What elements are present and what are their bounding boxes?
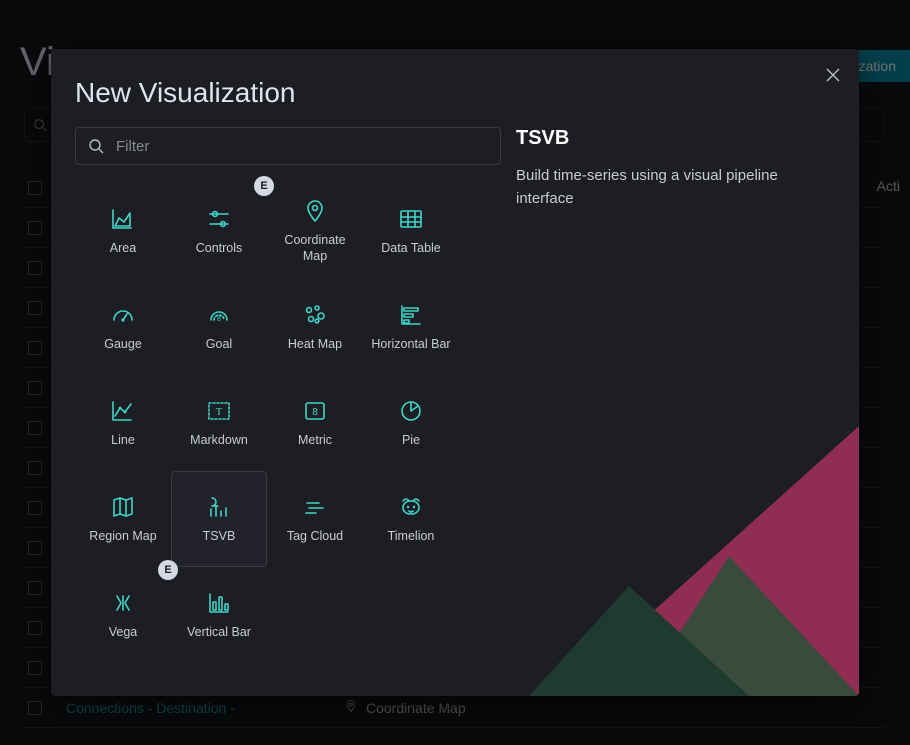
vis-type-controls[interactable]: ControlsE [171, 183, 267, 279]
vis-type-region-map[interactable]: Region Map [75, 471, 171, 567]
tsvb-icon [205, 493, 233, 521]
vis-type-area[interactable]: Area [75, 183, 171, 279]
heatmap-icon [301, 301, 329, 329]
close-icon [826, 68, 840, 82]
vis-type-tag-cloud[interactable]: Tag Cloud [267, 471, 363, 567]
vis-type-horizontal-bar[interactable]: Horizontal Bar [363, 279, 459, 375]
vis-type-label: Area [106, 241, 140, 257]
line-icon [109, 397, 137, 425]
metric-icon: 8 [301, 397, 329, 425]
table-icon [397, 205, 425, 233]
vis-type-label: Data Table [377, 241, 445, 257]
vis-type-timelion[interactable]: Timelion [363, 471, 459, 567]
region-icon [109, 493, 137, 521]
filter-box[interactable] [75, 127, 501, 165]
vis-type-label: Timelion [384, 529, 439, 545]
vis-type-heat-map[interactable]: Heat Map [267, 279, 363, 375]
vis-type-tsvb[interactable]: TSVB [171, 471, 267, 567]
vis-type-goal[interactable]: 8 Goal [171, 279, 267, 375]
vis-type-coordinate-map[interactable]: Coordinate Map [267, 183, 363, 279]
vis-type-data-table[interactable]: Data Table [363, 183, 459, 279]
filter-input[interactable] [114, 137, 488, 156]
visualization-type-grid: Area ControlsECoordinate Map Data Table Gau… [75, 183, 501, 663]
vis-type-label: Metric [294, 433, 336, 449]
vis-type-label: Horizontal Bar [367, 337, 454, 353]
vis-type-label: Tag Cloud [283, 529, 347, 545]
vis-type-label: Line [107, 433, 139, 449]
svg-text:T: T [216, 406, 223, 418]
pie-icon [397, 397, 425, 425]
vis-type-vega[interactable]: VegaE [75, 567, 171, 663]
vis-type-label: Vega [105, 625, 142, 641]
vis-type-markdown[interactable]: T Markdown [171, 375, 267, 471]
gauge-icon [109, 301, 137, 329]
svg-text:8: 8 [217, 316, 221, 323]
search-icon [88, 138, 104, 154]
vis-type-vertical-bar[interactable]: Vertical Bar [171, 567, 267, 663]
vis-type-label: TSVB [199, 529, 240, 545]
new-visualization-modal: New Visualization Area ControlsECoordinat… [51, 49, 859, 696]
vis-type-label: Region Map [85, 529, 160, 545]
goal-icon: 8 [205, 301, 233, 329]
vbar-icon [205, 589, 233, 617]
vis-type-label: Goal [202, 337, 236, 353]
detail-description: Build time-series using a visual pipelin… [516, 164, 835, 211]
svg-text:8: 8 [312, 407, 318, 418]
vis-type-label: Coordinate Map [268, 233, 362, 264]
timelion-icon [397, 493, 425, 521]
markdown-icon: T [205, 397, 233, 425]
vis-type-gauge[interactable]: Gauge [75, 279, 171, 375]
detail-title: TSVB [516, 127, 835, 150]
vis-type-label: Vertical Bar [183, 625, 255, 641]
area-icon [109, 205, 137, 233]
controls-icon [205, 205, 233, 233]
vis-type-label: Markdown [186, 433, 252, 449]
pin-icon [301, 197, 329, 225]
vis-type-label: Pie [398, 433, 424, 449]
modal-title: New Visualization [75, 77, 296, 109]
vis-type-label: Gauge [100, 337, 146, 353]
detail-panel: TSVB Build time-series using a visual pi… [516, 127, 835, 672]
vega-icon [109, 589, 137, 617]
close-button[interactable] [819, 61, 847, 89]
vis-type-label: Heat Map [284, 337, 346, 353]
vis-type-label: Controls [192, 241, 247, 257]
vis-type-pie[interactable]: Pie [363, 375, 459, 471]
hbar-icon [397, 301, 425, 329]
vis-type-metric[interactable]: 8 Metric [267, 375, 363, 471]
vis-type-line[interactable]: Line [75, 375, 171, 471]
tagcloud-icon [301, 493, 329, 521]
